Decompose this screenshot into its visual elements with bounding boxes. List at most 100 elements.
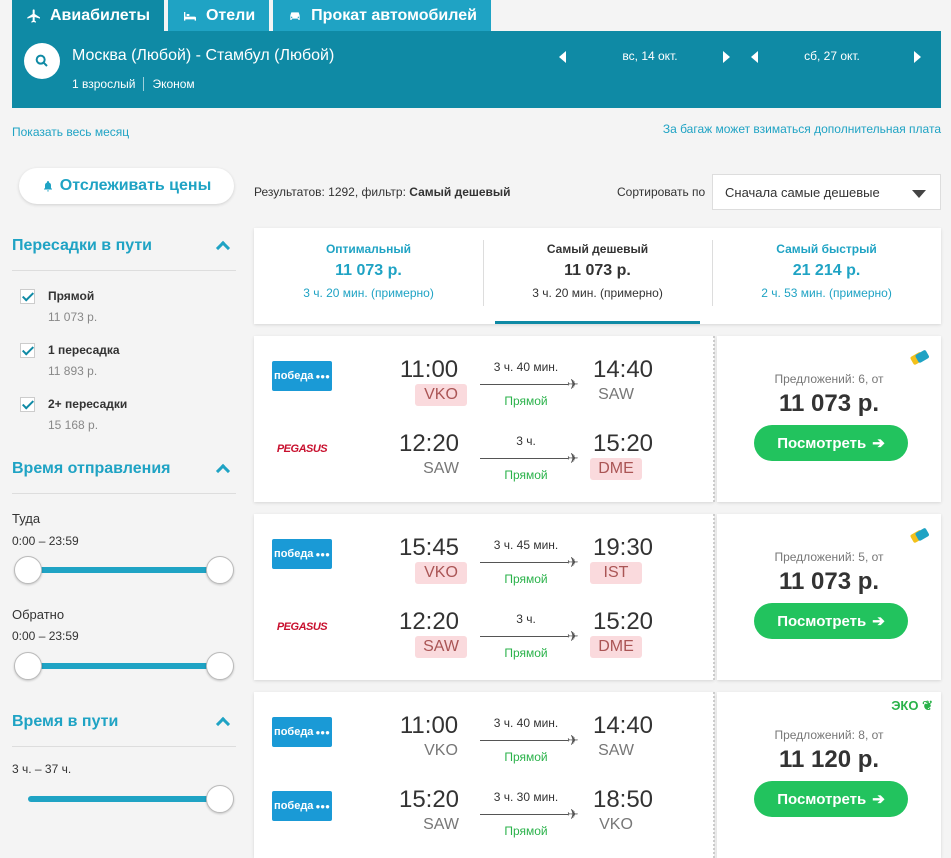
offers-prefix: Предложений:	[774, 372, 859, 386]
arrival-time: 14:40	[592, 712, 654, 739]
departure-out-slider-track[interactable]	[28, 567, 220, 573]
offers-suffix: , от	[864, 728, 884, 742]
tab-hotels-label: Отели	[205, 6, 256, 24]
divider	[143, 77, 145, 91]
passenger-cabin-info[interactable]: 1 взрослый Эконом	[72, 77, 195, 91]
departure-out-max-handle[interactable]	[206, 556, 234, 584]
checkbox-two-plus-stops[interactable]	[20, 397, 35, 412]
stops-label: Прямой	[504, 394, 548, 408]
arrival-time: 19:30	[592, 534, 654, 561]
plane-icon: ✈	[567, 376, 579, 392]
departure-time: 12:20	[398, 430, 460, 457]
filter-stops-header[interactable]: Пересадки в пути	[12, 237, 236, 271]
sort-select[interactable]: Сначала самые дешевые	[712, 174, 941, 210]
departure-time: 15:20	[398, 786, 460, 813]
tab-fastest[interactable]: Самый быстрый 21 214 р. 2 ч. 53 мин. (пр…	[712, 228, 941, 324]
flight-card[interactable]: победа ●●● 15:45 VKO 3 ч. 45 мин. ✈ Прямой 19:3…	[254, 514, 941, 680]
arrival-airport: DME	[590, 636, 642, 658]
chevron-down-icon	[912, 190, 926, 198]
duration-max-handle[interactable]	[206, 785, 234, 813]
product-tabs: Авиабилеты Отели Прокат автомобилей	[12, 0, 491, 31]
filter-duration-title: Время в пути	[12, 713, 119, 730]
stops-two-plus-label: 2+ пересадки	[48, 397, 128, 411]
flight-line	[480, 384, 568, 385]
logo-dots-icon: ●●●	[315, 371, 330, 381]
offers-count: Предложений: 8, от	[717, 728, 941, 742]
departure-back-slider-track[interactable]	[28, 663, 220, 669]
view-offer-label: Посмотреть	[777, 612, 867, 630]
duration-slider-track[interactable]	[28, 796, 220, 802]
plane-icon: ✈	[567, 554, 579, 570]
bell-icon	[43, 181, 52, 192]
filter-duration-header[interactable]: Время в пути	[12, 713, 236, 747]
stops-label: Прямой	[504, 750, 548, 764]
flight-itinerary[interactable]: победа ●●● 11:00 VKO 3 ч. 40 мин. ✈ Прямой 14:4…	[254, 692, 714, 858]
tab-optimal-title: Оптимальный	[325, 242, 412, 256]
flight-duration: 3 ч. 40 мин.	[493, 716, 559, 730]
arrival-time: 18:50	[592, 786, 654, 813]
filter-stops-title: Пересадки в пути	[12, 237, 153, 254]
tab-cheapest-price: 11 073 р.	[564, 262, 631, 279]
show-month-link[interactable]: Показать весь месяц	[12, 125, 129, 139]
baggage-note-link[interactable]: За багаж может взиматься дополнительная …	[663, 122, 941, 136]
flight-itinerary[interactable]: победа ●●● 11:00 VKO 3 ч. 40 мин. ✈ Прямой 14:4…	[254, 336, 714, 502]
tab-hotels[interactable]: Отели	[167, 0, 270, 31]
airline-logo-pobeda: победа ●●●	[272, 717, 332, 747]
tab-flights[interactable]: Авиабилеты	[12, 0, 164, 31]
date-back-next-icon[interactable]	[914, 51, 921, 63]
arrival-airport: SAW	[598, 742, 634, 759]
luggage-icon	[909, 348, 931, 371]
view-offer-button[interactable]: Посмотреть ➔	[754, 425, 908, 461]
flight-line	[480, 458, 568, 459]
view-offer-button[interactable]: Посмотреть ➔	[754, 781, 908, 817]
offers-count: Предложений: 5, от	[717, 550, 941, 564]
filter-departure-header[interactable]: Время отправления	[12, 460, 236, 494]
checkbox-one-stop[interactable]	[20, 343, 35, 358]
departure-time: 12:20	[398, 608, 460, 635]
arrival-airport: SAW	[598, 386, 634, 403]
airline-logo-text: победа	[274, 726, 314, 738]
stops-one-label: 1 пересадка	[48, 343, 120, 357]
tab-car-rental[interactable]: Прокат автомобилей	[273, 0, 491, 31]
airline-logo-text: победа	[274, 548, 314, 560]
flight-line	[480, 740, 568, 741]
date-back[interactable]: сб, 27 окт.	[776, 49, 888, 63]
tab-optimal[interactable]: Оптимальный 11 073 р. 3 ч. 20 мин. (прим…	[254, 228, 483, 324]
date-back-prev-icon[interactable]	[751, 51, 758, 63]
arrival-airport: DME	[590, 458, 642, 480]
luggage-icon	[909, 526, 931, 549]
chevron-up-icon	[215, 240, 231, 256]
cabin-text: Эконом	[152, 77, 195, 91]
tab-cheapest[interactable]: Самый дешевый 11 073 р. 3 ч. 20 мин. (пр…	[483, 228, 712, 324]
chevron-up-icon	[215, 463, 231, 479]
search-button[interactable]	[24, 43, 60, 79]
airline-logo-pegasus: PEGASUS	[276, 443, 328, 455]
arrow-right-icon: ➔	[872, 613, 885, 630]
departure-out-min-handle[interactable]	[14, 556, 42, 584]
departure-airport: SAW	[423, 460, 459, 477]
offers-number: 5	[858, 550, 865, 564]
track-prices-button[interactable]: Отслеживать цены	[19, 168, 234, 204]
date-out-prev-icon[interactable]	[559, 51, 566, 63]
date-out-next-icon[interactable]	[723, 51, 730, 63]
airline-logo-pobeda: победа ●●●	[272, 791, 332, 821]
flight-itinerary[interactable]: победа ●●● 15:45 VKO 3 ч. 45 мин. ✈ Прямой 19:3…	[254, 514, 714, 680]
route-text[interactable]: Москва (Любой) - Стамбул (Любой)	[72, 47, 334, 65]
offers-number: 6	[858, 372, 865, 386]
departure-time: 15:45	[398, 534, 460, 561]
view-offer-button[interactable]: Посмотреть ➔	[754, 603, 908, 639]
arrival-airport: VKO	[599, 816, 633, 833]
departure-airport: SAW	[415, 636, 467, 658]
logo-dots-icon: ●●●	[315, 727, 330, 737]
arrival-time: 15:20	[592, 430, 654, 457]
departure-back-min-handle[interactable]	[14, 652, 42, 680]
departure-back-max-handle[interactable]	[206, 652, 234, 680]
flight-card[interactable]: победа ●●● 11:00 VKO 3 ч. 40 мин. ✈ Прямой 14:4…	[254, 692, 941, 858]
flight-card[interactable]: победа ●●● 11:00 VKO 3 ч. 40 мин. ✈ Прямой 14:4…	[254, 336, 941, 502]
sort-tabs: Оптимальный 11 073 р. 3 ч. 20 мин. (прим…	[254, 228, 941, 324]
checkbox-direct[interactable]	[20, 289, 35, 304]
stops-direct-price: 11 073 р.	[48, 310, 98, 324]
plane-icon: ✈	[567, 806, 579, 822]
view-offer-label: Посмотреть	[777, 790, 867, 808]
date-out[interactable]: вс, 14 окт.	[594, 49, 706, 63]
